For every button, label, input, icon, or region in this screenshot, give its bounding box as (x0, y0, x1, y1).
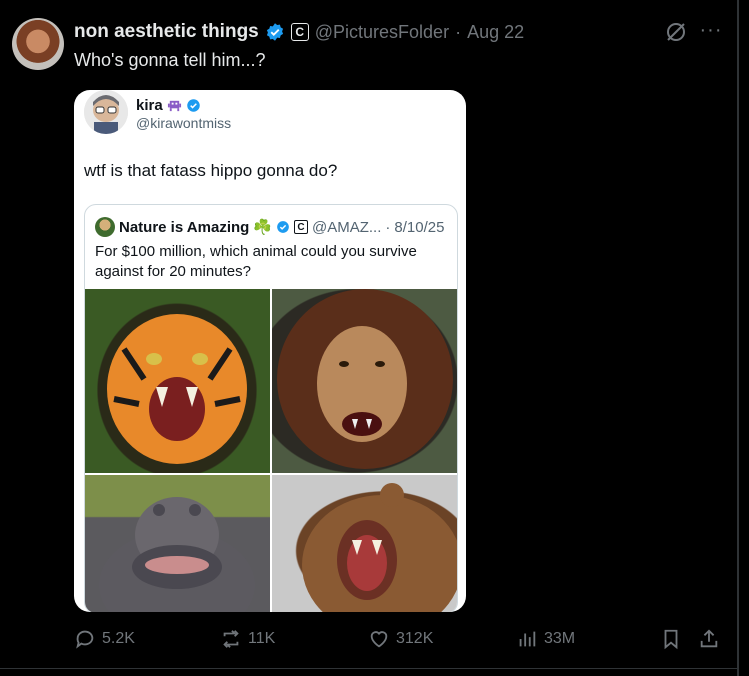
quoted-avatar[interactable] (84, 90, 128, 134)
repost-icon (223, 630, 239, 648)
tweet-date[interactable]: Aug 22 (467, 22, 524, 43)
inner-quote-text: For $100 million, which animal could you… (95, 243, 417, 280)
quoted-text: wtf is that fatass hippo gonna do? (84, 161, 338, 180)
affiliate-badge: C (290, 23, 309, 41)
bookmark-button[interactable] (660, 628, 682, 650)
reply-count: 5.2K (102, 630, 135, 647)
repost-count: 11K (248, 630, 276, 647)
affiliate-badge: C (294, 220, 308, 234)
share-button[interactable] (698, 628, 720, 650)
separator: · (385, 218, 391, 236)
separator: · (455, 21, 462, 42)
quoted-author[interactable]: kira (136, 97, 201, 114)
author-handle[interactable]: @PicturesFolder (315, 22, 449, 43)
hippo-image[interactable] (85, 475, 270, 612)
inner-quote-avatar[interactable] (95, 217, 115, 237)
verified-badge-icon (277, 221, 289, 233)
grok-icon[interactable] (664, 20, 688, 44)
action-bar: 5.2K 11K 312K 33M (74, 628, 724, 654)
verified-badge-icon (186, 99, 200, 112)
avatar[interactable] (12, 18, 64, 70)
tiger-image[interactable] (85, 289, 270, 473)
heart-icon (370, 631, 388, 648)
lion-image[interactable] (272, 289, 457, 473)
inner-quote-author[interactable]: Nature is Amazing (119, 219, 249, 236)
share-icon (700, 629, 718, 648)
author-name[interactable]: non aesthetic things (74, 21, 259, 43)
quoted-handle[interactable]: @kirawontmiss (136, 115, 231, 131)
quoted-tweet-card[interactable]: kira @kirawontmiss wtf is that fatass hi… (74, 90, 466, 612)
divider (0, 668, 737, 669)
alien-monster-icon (167, 100, 181, 112)
bear-image[interactable] (272, 475, 457, 612)
inner-quote-header: Nature is Amazing ☘️ C @AMAZ... · 8/10/2… (95, 217, 444, 237)
inner-quote-handle[interactable]: @AMAZ... (312, 219, 381, 236)
views-button[interactable]: 33M (516, 628, 575, 650)
window-edge (737, 0, 749, 676)
reply-button[interactable]: 5.2K (74, 628, 135, 650)
more-options-icon[interactable]: ··· (699, 18, 723, 42)
inner-quote-date[interactable]: 8/10/25 (394, 219, 444, 236)
tweet-text: Who's gonna tell him...? (74, 50, 266, 70)
shamrock-icon: ☘️ (253, 219, 272, 236)
bookmark-icon (664, 629, 678, 650)
reply-icon (76, 630, 94, 649)
repost-button[interactable]: 11K (220, 628, 275, 650)
inner-quote[interactable]: Nature is Amazing ☘️ C @AMAZ... · 8/10/2… (84, 204, 458, 612)
image-grid (85, 289, 457, 612)
like-count: 312K (396, 630, 434, 647)
quoted-author-name: kira (136, 97, 163, 114)
tweet-header: non aesthetic things C @PicturesFolder ·… (74, 20, 524, 44)
verified-badge-icon (266, 23, 283, 41)
views-count: 33M (544, 630, 576, 647)
like-button[interactable]: 312K (368, 628, 433, 650)
analytics-icon (519, 631, 536, 647)
